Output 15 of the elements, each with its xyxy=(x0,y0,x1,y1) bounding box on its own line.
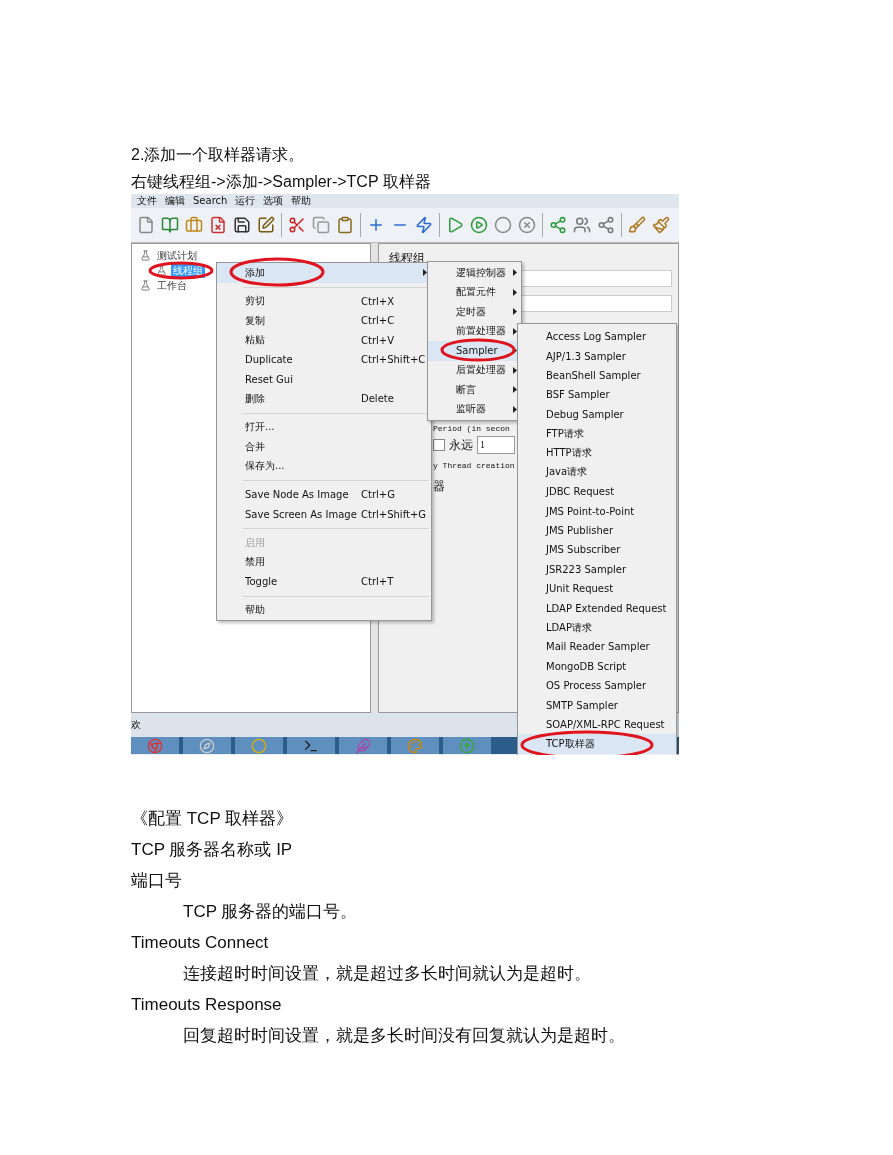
field-name: TCP 服务器名称或 IP xyxy=(131,839,293,861)
section-label: 器 xyxy=(433,477,445,495)
delay-label: y Thread creation xyxy=(433,460,515,470)
field-description: TCP 服务器的端口号。 xyxy=(182,901,358,923)
field-description: 回复超时时间设置，就是多长时间没有回复就认为是超时。 xyxy=(182,1025,625,1047)
field-description: 连接超时时间设置，就是超过多长时间就认为是超时。 xyxy=(182,963,591,985)
field-name: 端口号 xyxy=(131,870,182,892)
step-heading: 2.添加一个取样器请求。 xyxy=(131,145,306,165)
period-label: Period (in secon xyxy=(433,423,510,433)
status-text: 欢 xyxy=(131,718,141,732)
instruction-text: 右键线程组->添加->Sampler->TCP 取样器 xyxy=(131,172,432,192)
field-name: Timeouts Response xyxy=(131,994,282,1016)
section-title: 《配置 TCP 取样器》 xyxy=(131,808,294,830)
forever-label: 永远 xyxy=(449,436,473,454)
field-name: Timeouts Connect xyxy=(131,932,269,954)
